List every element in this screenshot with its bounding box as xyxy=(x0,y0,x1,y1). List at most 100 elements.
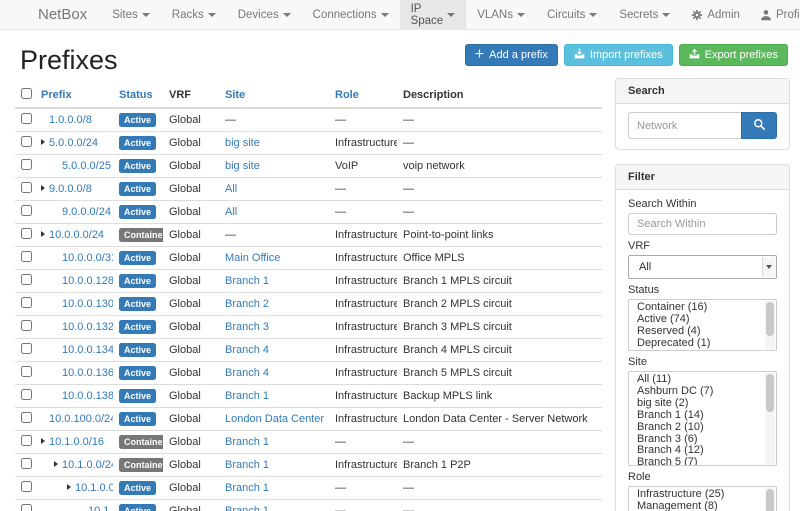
prefix-link[interactable]: 10.0.0.0/31 xyxy=(62,252,113,264)
nav-item-devices[interactable]: Devices xyxy=(227,0,302,29)
site-link[interactable]: Branch 4 xyxy=(225,367,269,379)
prefix-link[interactable]: 5.0.0.0/24 xyxy=(49,137,98,149)
status-badge: Active xyxy=(119,274,156,288)
status-filter-list[interactable]: Container (16)Active (74)Reserved (4)Dep… xyxy=(628,299,777,351)
column-header-status[interactable]: Status xyxy=(113,85,163,108)
prefix-link[interactable]: 5.0.0.0/25 xyxy=(62,160,111,172)
prefix-link[interactable]: 9.0.0.0/24 xyxy=(62,206,111,218)
nav-item-ip-space[interactable]: IP Space xyxy=(400,0,467,29)
admin-link[interactable]: Admin xyxy=(681,0,750,29)
site-link[interactable]: Branch 1 xyxy=(225,459,269,471)
site-link[interactable]: big site xyxy=(225,160,260,172)
column-header-site[interactable]: Site xyxy=(219,85,329,108)
site-link[interactable]: Branch 1 xyxy=(225,436,269,448)
search-within-input[interactable] xyxy=(628,213,777,235)
row-checkbox[interactable] xyxy=(21,228,32,239)
row-checkbox[interactable] xyxy=(21,320,32,331)
netbox-prefixes-page: NetBox Sites Racks Devices Connections I… xyxy=(0,0,800,511)
row-checkbox[interactable] xyxy=(21,274,32,285)
site-link[interactable]: Branch 1 xyxy=(225,482,269,494)
export-prefixes-button[interactable]: Export prefixes xyxy=(679,44,788,66)
netbox-brand[interactable]: NetBox xyxy=(0,0,101,29)
prefix-link[interactable]: 10.1.0.0/25 xyxy=(75,482,113,494)
prefix-link[interactable]: 10.1.0.0/24 xyxy=(62,459,113,471)
prefix-link[interactable]: 10.0.0.136/31 xyxy=(62,367,113,379)
site-link[interactable]: Main Office xyxy=(225,252,280,264)
row-checkbox[interactable] xyxy=(21,412,32,423)
row-checkbox[interactable] xyxy=(21,113,32,124)
site-link[interactable]: Branch 4 xyxy=(225,344,269,356)
site-link[interactable]: big site xyxy=(225,137,260,149)
profile-link[interactable]: Profile xyxy=(750,0,800,29)
prefix-link[interactable]: 10.0.0.0/24 xyxy=(49,229,104,241)
site-filter-list[interactable]: All (11)Ashburn DC (7)big site (2)Branch… xyxy=(628,371,777,466)
filter-option[interactable]: Branch 1 (14) xyxy=(629,410,764,422)
row-checkbox[interactable] xyxy=(21,182,32,193)
prefix-link[interactable]: 10.1.0.0/26 xyxy=(88,505,113,511)
row-checkbox[interactable] xyxy=(21,435,32,446)
status-badge: Active xyxy=(119,136,156,150)
vrf-value: Global xyxy=(163,500,219,511)
role-value: — xyxy=(329,178,397,201)
nav-item-vlans[interactable]: VLANs xyxy=(466,0,536,29)
select-all-checkbox[interactable] xyxy=(21,88,32,99)
filter-option[interactable]: Branch 5 (7) xyxy=(629,457,764,466)
prefix-link[interactable]: 10.0.0.132/31 xyxy=(62,321,113,333)
row-checkbox[interactable] xyxy=(21,458,32,469)
nav-item-racks[interactable]: Racks xyxy=(161,0,227,29)
row-checkbox[interactable] xyxy=(21,136,32,147)
filter-option[interactable]: big site (2) xyxy=(629,398,764,410)
prefix-link[interactable]: 10.0.0.128/31 xyxy=(62,275,113,287)
row-checkbox[interactable] xyxy=(21,504,32,511)
vrf-value: Global xyxy=(163,339,219,362)
status-badge: Container xyxy=(119,228,163,242)
network-search-input[interactable] xyxy=(628,112,741,139)
site-link[interactable]: Branch 1 xyxy=(225,275,269,287)
role-filter-list[interactable]: Infrastructure (25)Management (8)Private… xyxy=(628,486,777,511)
scrollbar[interactable] xyxy=(765,373,775,464)
prefix-link[interactable]: 10.1.0.0/16 xyxy=(49,436,104,448)
site-link[interactable]: Branch 1 xyxy=(225,505,269,511)
import-prefixes-button[interactable]: Import prefixes xyxy=(564,44,673,66)
filter-option[interactable]: Deprecated (1) xyxy=(629,338,764,350)
row-checkbox[interactable] xyxy=(21,205,32,216)
scrollbar-thumb[interactable] xyxy=(766,374,774,412)
prefix-link[interactable]: 1.0.0.0/8 xyxy=(49,114,92,126)
description-value: Point-to-point links xyxy=(397,224,602,247)
site-link[interactable]: Branch 2 xyxy=(225,298,269,310)
filter-option[interactable]: Branch 2 (10) xyxy=(629,422,764,434)
role-filter-label: Role xyxy=(628,471,777,483)
row-checkbox[interactable] xyxy=(21,389,32,400)
scrollbar-thumb[interactable] xyxy=(766,302,774,336)
row-checkbox[interactable] xyxy=(21,159,32,170)
row-checkbox[interactable] xyxy=(21,343,32,354)
filter-option[interactable]: Management (8) xyxy=(629,501,764,511)
site-link[interactable]: London Data Center xyxy=(225,413,324,425)
prefix-link[interactable]: 10.0.0.134/31 xyxy=(62,344,113,356)
scrollbar[interactable] xyxy=(765,301,775,349)
row-checkbox[interactable] xyxy=(21,251,32,262)
column-header-prefix[interactable]: Prefix xyxy=(35,85,113,108)
prefix-link[interactable]: 10.0.0.130/31 xyxy=(62,298,113,310)
scrollbar[interactable] xyxy=(765,488,775,511)
prefix-link[interactable]: 10.0.0.138/31 xyxy=(62,390,113,402)
nav-item-secrets[interactable]: Secrets xyxy=(608,0,681,29)
column-header-role[interactable]: Role xyxy=(329,85,397,108)
site-link[interactable]: All xyxy=(225,206,237,218)
row-checkbox[interactable] xyxy=(21,481,32,492)
vrf-select[interactable]: All xyxy=(628,255,777,279)
prefix-link[interactable]: 10.0.100.0/24 xyxy=(49,413,113,425)
filter-option[interactable]: Reserved (4) xyxy=(629,326,764,338)
row-checkbox[interactable] xyxy=(21,297,32,308)
nav-item-connections[interactable]: Connections xyxy=(302,0,400,29)
scrollbar-thumb[interactable] xyxy=(766,489,774,511)
row-checkbox[interactable] xyxy=(21,366,32,377)
search-button[interactable] xyxy=(741,112,777,139)
nav-item-circuits[interactable]: Circuits xyxy=(536,0,608,29)
prefix-link[interactable]: 9.0.0.0/8 xyxy=(49,183,92,195)
add-prefix-button[interactable]: Add a prefix xyxy=(465,44,558,66)
site-link[interactable]: Branch 3 xyxy=(225,321,269,333)
site-link[interactable]: Branch 1 xyxy=(225,390,269,402)
nav-item-sites[interactable]: Sites xyxy=(101,0,161,29)
site-link[interactable]: All xyxy=(225,183,237,195)
